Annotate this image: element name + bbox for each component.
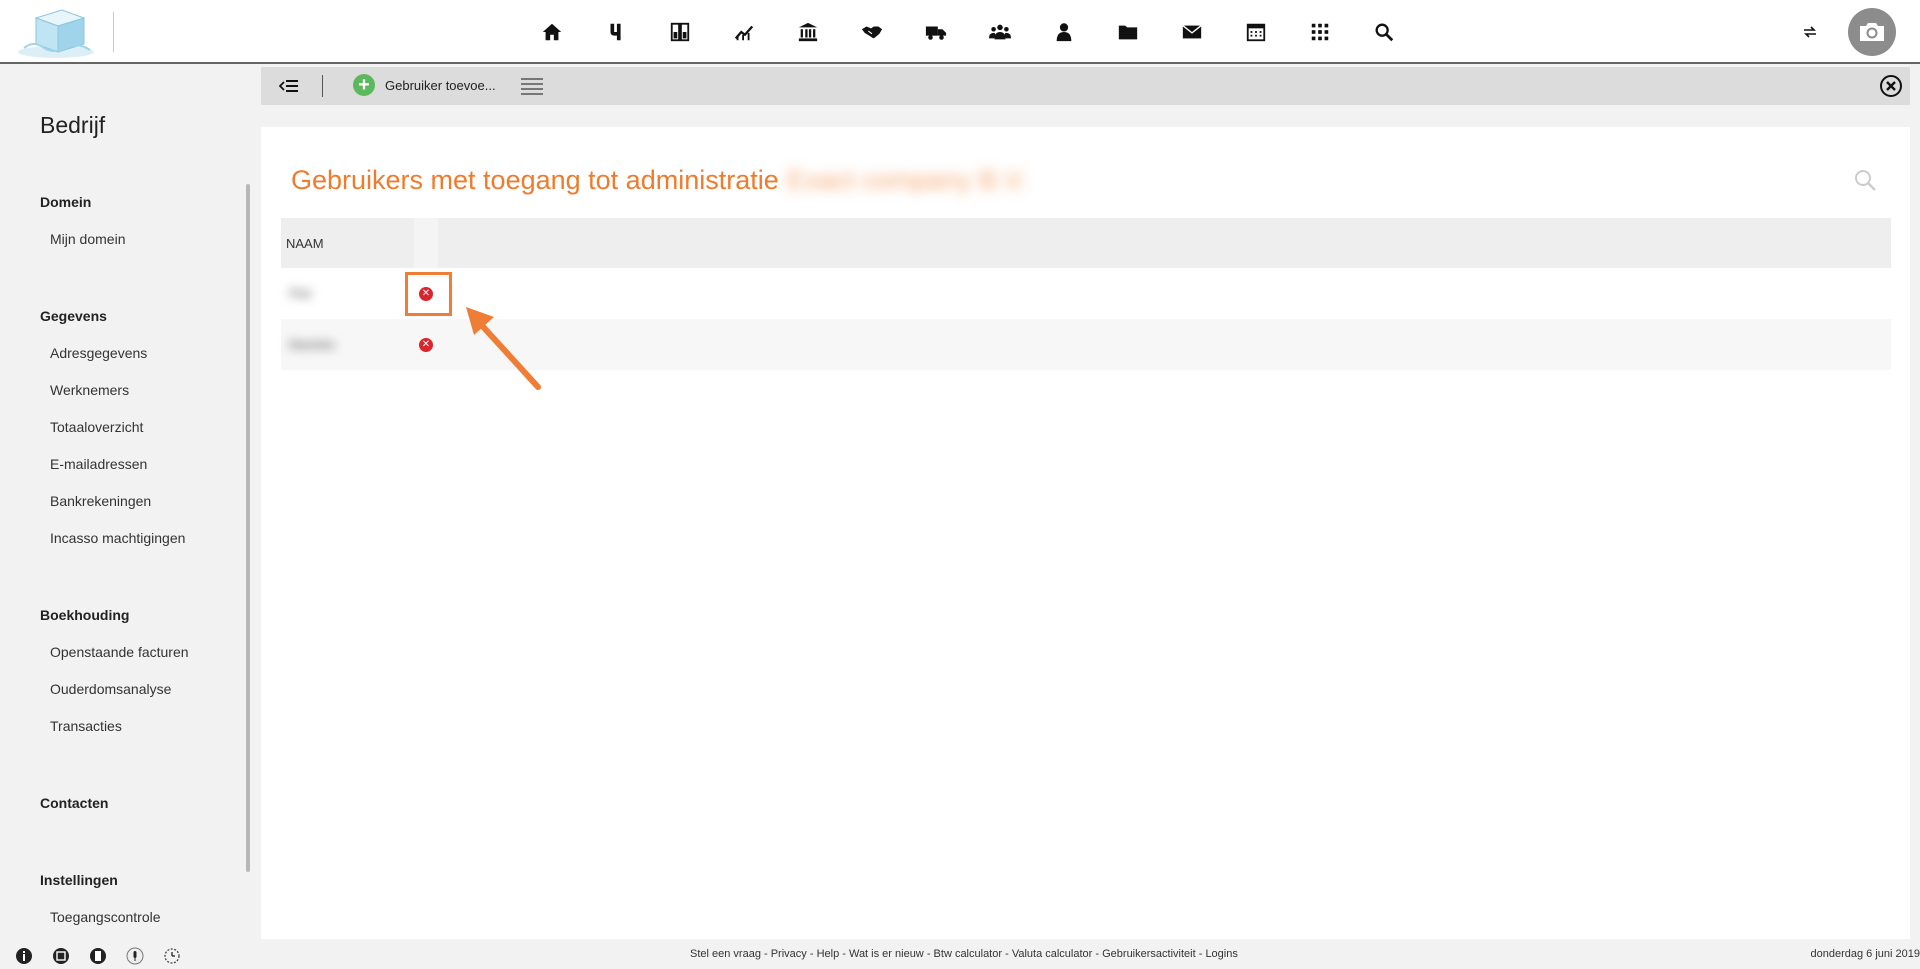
footer-link-privacy[interactable]: Privacy [771,948,807,960]
user-name-blurred: Piet [289,286,312,301]
add-user-label: Gebruiker toevoe... [385,77,496,93]
delete-user-icon[interactable]: ✕ [419,337,433,352]
sidebar-heading-gegevens: Gegevens [40,308,107,324]
sidebar-title: Bedrijf [40,112,106,138]
footer-link-btw-calculator[interactable]: Btw calculator [934,948,1002,960]
apps-grid-icon[interactable] [1288,0,1352,64]
info-icon[interactable] [14,946,34,966]
person-icon[interactable] [1032,0,1096,64]
footer-date: donderdag 6 juni 2019 [1810,948,1920,960]
dashboard-icon[interactable] [648,0,712,64]
bank-icon[interactable] [776,0,840,64]
sidebar-item-mijn-domein[interactable]: Mijn domein [50,231,125,247]
footer: Stel een vraag - Privacy - Help - Wat is… [0,940,1920,969]
page-title: Gebruikers met toegang tot administratie… [291,165,1027,196]
sidebar-item-e-mailadressen[interactable]: E-mailadressen [50,456,147,472]
sidebar-item-werknemers[interactable]: Werknemers [50,382,129,398]
column-header-naam[interactable]: NAAM [281,236,414,251]
sidebar-scrollbar[interactable] [246,184,250,872]
microphone-icon[interactable] [125,946,145,966]
annotation-arrow-icon [462,303,544,393]
top-bar [0,0,1920,64]
main-navigation [520,0,1416,64]
sidebar-heading-boekhouding: Boekhouding [40,607,130,623]
delivery-truck-icon[interactable] [904,0,968,64]
add-user-button[interactable]: + Gebruiker toevoe... [353,74,496,96]
plus-circle-icon: + [353,74,375,96]
avatar-camera-icon[interactable] [1848,8,1896,56]
footer-link-logins[interactable]: Logins [1205,948,1237,960]
main-panel: Gebruikers met toegang tot administratie… [261,127,1910,939]
user-name-blurred: Marieke [289,337,336,352]
footer-link-wat-is-er-nieuw[interactable]: Wat is er nieuw [849,948,924,960]
home-icon[interactable] [520,0,584,64]
toolbar-divider [322,75,323,97]
panel-search-icon[interactable] [1852,167,1878,193]
reports-icon[interactable] [712,0,776,64]
sidebar-item-adresgegevens[interactable]: Adresgegevens [50,345,147,361]
column-header-actions [414,218,438,268]
team-icon[interactable] [968,0,1032,64]
collapse-sidebar-icon[interactable] [278,77,299,95]
mail-icon[interactable] [1160,0,1224,64]
footer-link-stel-een-vraag[interactable]: Stel een vraag [690,948,761,960]
row-actions: ✕ [414,337,438,352]
footer-links: Stel een vraag - Privacy - Help - Wat is… [690,948,1238,960]
window-icon[interactable] [51,946,71,966]
list-menu-icon[interactable] [520,76,544,96]
sync-icon[interactable] [1798,20,1822,44]
footer-link-valuta-calculator[interactable]: Valuta calculator [1012,948,1093,960]
sidebar-item-totaaloverzicht[interactable]: Totaaloverzicht [50,419,143,435]
sidebar-heading-domein: Domein [40,194,92,210]
sidebar-item-incasso-machtigingen[interactable]: Incasso machtigingen [50,530,185,546]
company-name-blurred: Exact company B.V. [786,165,1028,195]
annotation-highlight-box [405,272,452,316]
page-title-text: Gebruikers met toegang tot administratie [291,165,779,195]
footer-icon-bar [14,946,199,966]
sidebar-item-transacties[interactable]: Transacties [50,718,122,734]
calendar-icon[interactable] [1224,0,1288,64]
clock-icon[interactable] [162,946,182,966]
sidebar-item-ouderdomsanalyse[interactable]: Ouderdomsanalyse [50,681,171,697]
close-panel-icon[interactable] [1879,74,1903,98]
footer-link-help[interactable]: Help [817,948,840,960]
sidebar-heading-instellingen: Instellingen [40,872,118,888]
sidebar-item-toegangscontrole[interactable]: Toegangscontrole [50,909,161,925]
table-header: NAAM [281,218,1891,268]
folder-icon[interactable] [1096,0,1160,64]
document-icon[interactable] [88,946,108,966]
yuki-icon[interactable] [584,0,648,64]
toolbar: + Gebruiker toevoe... [261,67,1910,105]
sidebar-item-openstaande-facturen[interactable]: Openstaande facturen [50,644,189,660]
sidebar: Bedrijf Domein Mijn domein Gegevens Adre… [0,66,252,940]
sidebar-heading-contacten[interactable]: Contacten [40,795,108,811]
search-icon[interactable] [1352,0,1416,64]
footer-link-gebruikersactiviteit[interactable]: Gebruikersactiviteit [1102,948,1196,960]
handshake-icon[interactable] [840,0,904,64]
logo-divider [113,12,114,52]
logo-ice-cube[interactable] [14,4,100,60]
sidebar-item-bankrekeningen[interactable]: Bankrekeningen [50,493,151,509]
